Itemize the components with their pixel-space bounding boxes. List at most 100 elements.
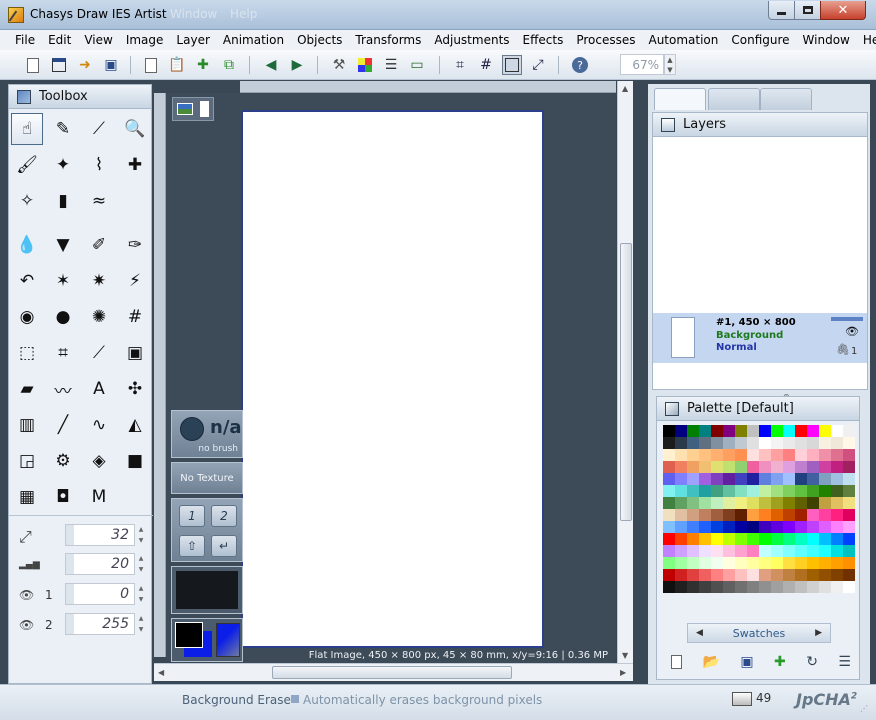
palette-swatch[interactable] [675, 557, 687, 569]
tab-layers[interactable] [654, 88, 706, 110]
palette-swatch[interactable] [831, 437, 843, 449]
shift-key-button[interactable]: ⇧ [179, 535, 205, 557]
palette-swatch[interactable] [735, 557, 747, 569]
color-grid-tool[interactable]: ▦ [11, 481, 43, 513]
palette-swatch[interactable] [759, 473, 771, 485]
key-1-button[interactable]: 1 [179, 505, 205, 527]
hardness-spinner[interactable]: ▲ ▼ [136, 553, 146, 575]
palette-swatch[interactable] [807, 545, 819, 557]
palette-swatch[interactable] [711, 557, 723, 569]
orb-tool[interactable]: ● [47, 301, 79, 333]
palette-swatch[interactable] [843, 473, 855, 485]
palette-swatch[interactable] [843, 533, 855, 545]
palette-swatch[interactable] [795, 473, 807, 485]
foreground-color[interactable] [175, 622, 203, 648]
palette-swatch[interactable] [759, 533, 771, 545]
layers-button[interactable]: ☰ [381, 55, 401, 75]
palette-swatch[interactable] [723, 509, 735, 521]
palette-swatch[interactable] [771, 557, 783, 569]
palette-swatch[interactable] [663, 485, 675, 497]
palette-swatch[interactable] [783, 461, 795, 473]
visibility-icon[interactable]: 👁 [845, 325, 859, 338]
opacity-1-spinner[interactable]: ▲ ▼ [136, 583, 146, 605]
refresh-palette-icon[interactable]: ↻ [806, 654, 818, 670]
eyedropper-tool[interactable]: ⟋ [83, 113, 115, 145]
palette-swatch[interactable] [771, 533, 783, 545]
palette-swatch[interactable] [723, 521, 735, 533]
palette-swatch[interactable] [831, 569, 843, 581]
palette-swatch[interactable] [831, 581, 843, 593]
palette-swatch[interactable] [819, 461, 831, 473]
palette-swatch[interactable] [687, 521, 699, 533]
palette-swatch[interactable] [831, 449, 843, 461]
close-button[interactable]: ✕ [820, 1, 866, 20]
palette-swatch[interactable] [831, 473, 843, 485]
palette-swatch[interactable] [843, 521, 855, 533]
palette-swatch[interactable] [783, 557, 795, 569]
grid-tool[interactable]: # [119, 301, 151, 333]
image-button[interactable]: ▭ [407, 55, 427, 75]
palette-swatch[interactable] [771, 425, 783, 437]
undo-button[interactable]: ◀ [261, 55, 281, 75]
eraser-tool[interactable]: ▰ [11, 373, 43, 405]
fullscreen-button[interactable]: ⤢ [528, 55, 548, 75]
vertical-scrollbar[interactable]: ▲ ▼ [617, 81, 633, 663]
enter-key-button[interactable]: ↵ [211, 535, 237, 557]
palette-swatch[interactable] [723, 473, 735, 485]
palette-swatch[interactable] [699, 497, 711, 509]
opacity-2-spinner[interactable]: ▲ ▼ [136, 613, 146, 635]
palette-swatch[interactable] [807, 461, 819, 473]
tools-button[interactable]: ⚒ [329, 55, 349, 75]
menu-configure[interactable]: Configure [725, 33, 796, 47]
palette-swatch[interactable] [819, 497, 831, 509]
menu-edit[interactable]: Edit [42, 33, 78, 47]
palette-swatch[interactable] [831, 521, 843, 533]
shapes-tool[interactable]: ◭ [119, 409, 151, 441]
horizontal-scroll-thumb[interactable] [272, 666, 512, 679]
palette-swatch[interactable] [771, 473, 783, 485]
menu-adjustments[interactable]: Adjustments [428, 33, 516, 47]
palette-swatch[interactable] [699, 449, 711, 461]
menu-processes[interactable]: Processes [570, 33, 642, 47]
palette-swatch[interactable] [747, 461, 759, 473]
palette-swatch[interactable] [723, 533, 735, 545]
palette-swatch[interactable] [759, 437, 771, 449]
palette-swatch[interactable] [687, 437, 699, 449]
palette-swatch[interactable] [783, 509, 795, 521]
select-rect-tool[interactable]: ▣ [119, 337, 151, 369]
palette-list-icon[interactable]: ☰ [838, 654, 851, 670]
opacity-1-field[interactable]: 0 [65, 583, 135, 605]
text-tool[interactable]: A [83, 373, 115, 405]
palette-swatch[interactable] [795, 533, 807, 545]
magic-fill-tool[interactable]: ✶ [47, 265, 79, 297]
smudge-tool[interactable]: ⌇ [83, 149, 115, 181]
palette-swatch[interactable] [723, 449, 735, 461]
menu-layer[interactable]: Layer [170, 33, 216, 47]
minimize-button[interactable] [768, 1, 795, 20]
palette-swatch[interactable] [795, 545, 807, 557]
palette-swatch[interactable] [735, 485, 747, 497]
palette-swatch[interactable] [663, 461, 675, 473]
palette-swatch[interactable] [663, 557, 675, 569]
palette-swatch[interactable] [759, 581, 771, 593]
color-picker-button[interactable] [355, 55, 375, 75]
palette-swatch[interactable] [735, 497, 747, 509]
palette-swatch[interactable] [807, 497, 819, 509]
palette-swatch[interactable] [675, 437, 687, 449]
palette-swatch[interactable] [819, 521, 831, 533]
palette-swatch[interactable] [843, 545, 855, 557]
palette-swatch[interactable] [807, 437, 819, 449]
macro-tool[interactable]: M [83, 481, 115, 513]
palette-swatch[interactable] [735, 473, 747, 485]
splatter-tool[interactable]: ✺ [83, 301, 115, 333]
palette-swatch[interactable] [735, 533, 747, 545]
texture-tool[interactable]: ◘ [47, 481, 79, 513]
palette-swatch[interactable] [843, 569, 855, 581]
palette-swatch[interactable] [783, 437, 795, 449]
palette-swatch[interactable] [699, 425, 711, 437]
save-button[interactable]: ▣ [101, 55, 121, 75]
new-window-button[interactable] [49, 55, 69, 75]
palette-swatch[interactable] [675, 425, 687, 437]
menu-help[interactable]: Help [857, 33, 876, 47]
palette-swatch[interactable] [843, 581, 855, 593]
